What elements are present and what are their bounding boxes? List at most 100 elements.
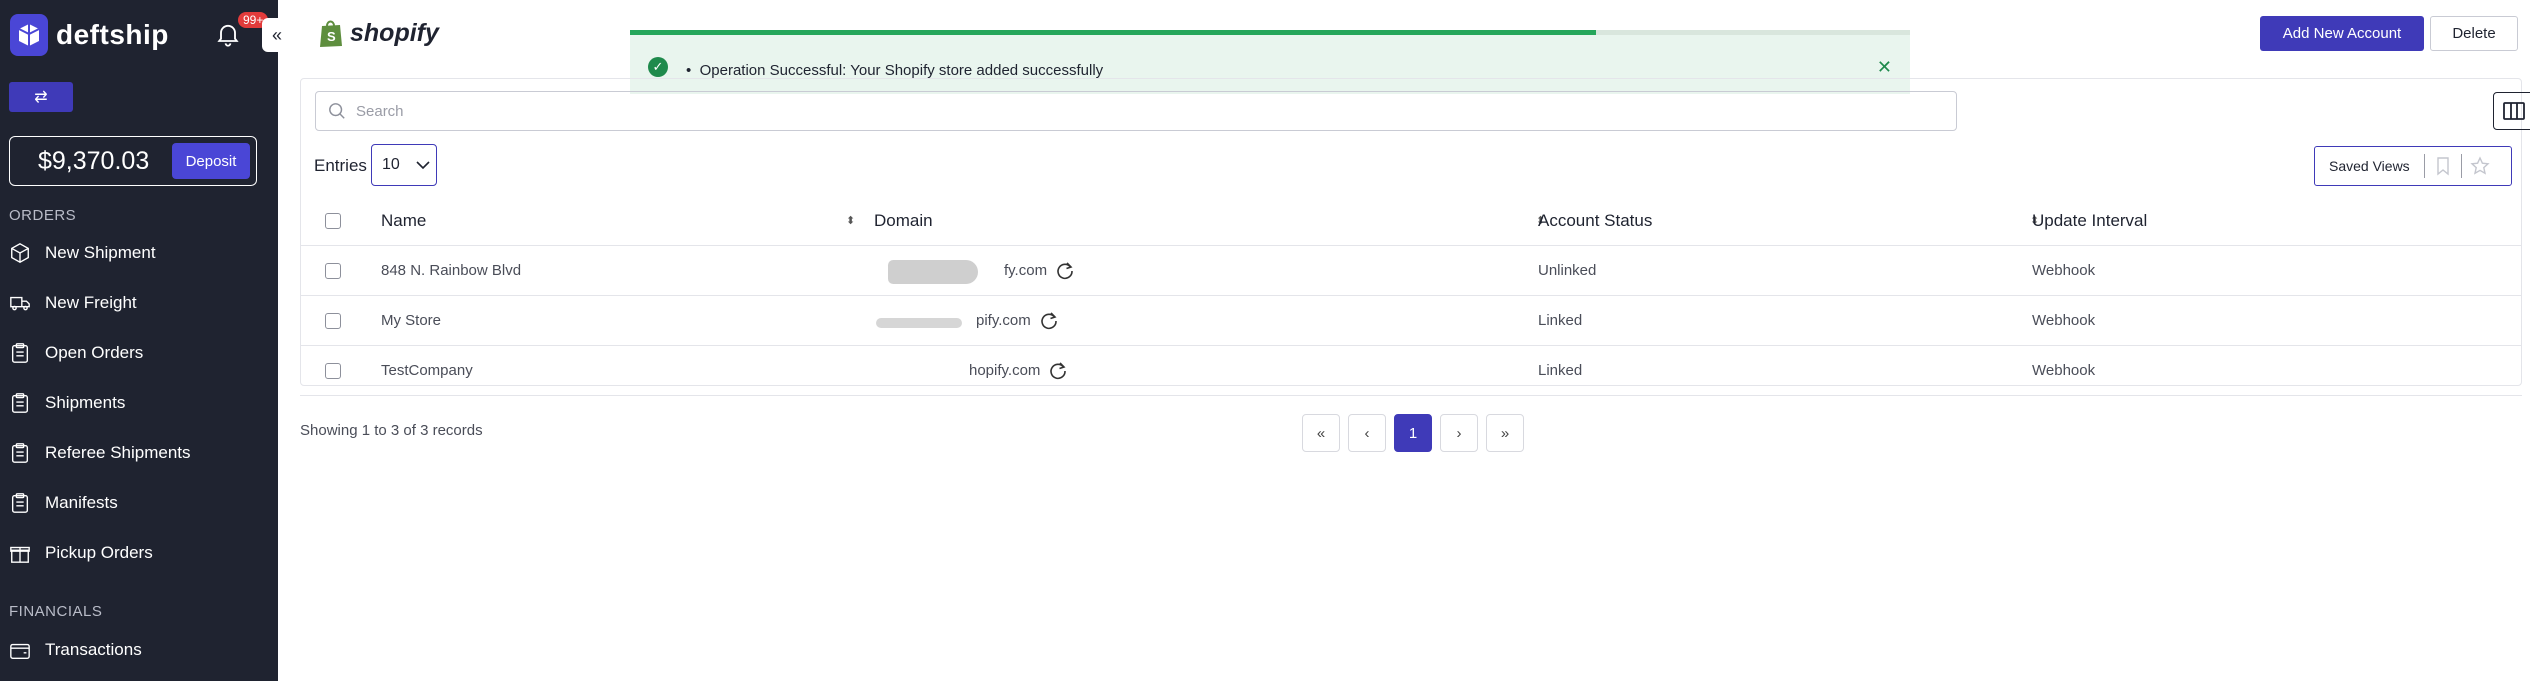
- switch-account-button[interactable]: ⇄: [9, 82, 73, 112]
- select-all-checkbox[interactable]: [325, 212, 341, 229]
- entries-select[interactable]: 10: [371, 144, 437, 186]
- table-row[interactable]: 848 N. Rainbow Blvd fy.com Unlinked Webh…: [300, 246, 2522, 296]
- deposit-button[interactable]: Deposit: [172, 143, 250, 179]
- toast-message: • Operation Successful: Your Shopify sto…: [686, 62, 1104, 79]
- nav-label: Pickup Orders: [45, 543, 153, 562]
- row-checkbox[interactable]: [325, 312, 341, 329]
- brand-logo[interactable]: deftship: [10, 14, 169, 56]
- redacted-area: [876, 318, 962, 328]
- refresh-icon[interactable]: [1039, 311, 1059, 331]
- sidebar: deftship 99+ « ⇄ $9,370.03 Deposit ORDER…: [0, 0, 292, 681]
- main-content: S shopify ✓ • Operation Successful: Your…: [278, 0, 2530, 681]
- previous-page-button[interactable]: ‹: [1348, 414, 1386, 452]
- last-page-button[interactable]: »: [1486, 414, 1524, 452]
- cell-account-status: Linked: [1538, 362, 1583, 379]
- cell-update-interval: Webhook: [2032, 362, 2096, 379]
- nav-referee-shipments[interactable]: Referee Shipments: [9, 442, 191, 464]
- cell-account-status: Linked: [1538, 312, 1583, 329]
- cell-account-status: Unlinked: [1538, 262, 1597, 279]
- column-header-name[interactable]: Name: [381, 196, 426, 245]
- nav-pickup-orders[interactable]: Pickup Orders: [9, 542, 153, 564]
- nav-open-orders[interactable]: Open Orders: [9, 342, 143, 364]
- clipboard-icon: [11, 493, 29, 513]
- pagination: « ‹ 1 › »: [1302, 414, 1524, 452]
- bookmark-icon[interactable]: [2433, 156, 2453, 176]
- nav-label: Referee Shipments: [45, 443, 191, 462]
- first-page-button[interactable]: «: [1302, 414, 1340, 452]
- svg-text:S: S: [327, 29, 336, 44]
- search-input[interactable]: [356, 102, 1856, 120]
- accounts-table: Name ⬍ Domain ⬍ Account Status ⬍ Update …: [300, 196, 2522, 396]
- chevrons-left-icon: «: [1316, 424, 1326, 442]
- nav-shipments[interactable]: Shipments: [9, 392, 125, 414]
- refresh-icon[interactable]: [1048, 361, 1068, 381]
- toast-progress-bar: [630, 30, 1597, 35]
- entries-value: 10: [382, 156, 400, 173]
- notification-bell-icon[interactable]: [214, 20, 242, 48]
- financials-section-label: FINANCIALS: [9, 603, 103, 620]
- nav-label: New Freight: [45, 293, 137, 312]
- table-header-row: Name ⬍ Domain ⬍ Account Status ⬍ Update …: [300, 196, 2522, 246]
- search-icon: [329, 103, 345, 119]
- nav-new-freight[interactable]: New Freight: [9, 292, 137, 314]
- columns-icon: [2503, 102, 2525, 120]
- check-circle-icon: ✓: [648, 57, 668, 77]
- nav-new-shipment[interactable]: New Shipment: [9, 242, 156, 264]
- cell-update-interval: Webhook: [2032, 262, 2096, 279]
- column-settings-button[interactable]: [2493, 92, 2530, 130]
- redacted-area: [888, 260, 978, 284]
- next-page-button[interactable]: ›: [1440, 414, 1478, 452]
- close-icon[interactable]: ✕: [1877, 57, 1892, 78]
- wallet-balance-card: $9,370.03 Deposit: [9, 136, 257, 186]
- cell-name: My Store: [381, 312, 442, 329]
- cell-domain: hopify.com: [874, 346, 1114, 395]
- wallet-balance: $9,370.03: [38, 146, 150, 175]
- cell-domain: fy.com: [874, 246, 1114, 295]
- orders-section-label: ORDERS: [9, 207, 77, 224]
- chevrons-right-icon: »: [1500, 424, 1510, 442]
- truck-icon: [10, 296, 30, 311]
- saved-views-label: Saved Views: [2329, 158, 2410, 174]
- saved-views-control[interactable]: Saved Views: [2314, 146, 2512, 186]
- swap-arrows-icon: ⇄: [34, 89, 48, 106]
- column-header-update-interval[interactable]: Update Interval: [2032, 196, 2147, 245]
- clipboard-icon: [11, 343, 29, 363]
- page-1-button[interactable]: 1: [1394, 414, 1432, 452]
- nav-label: Shipments: [45, 393, 126, 412]
- column-header-domain[interactable]: Domain: [874, 196, 933, 245]
- cell-update-interval: Webhook: [2032, 312, 2096, 329]
- entries-label: Entries: [314, 156, 367, 175]
- divider: [2423, 154, 2425, 178]
- gift-box-icon: [10, 546, 30, 563]
- refresh-icon[interactable]: [1055, 261, 1075, 281]
- add-new-account-button[interactable]: Add New Account: [2260, 16, 2424, 51]
- table-row[interactable]: TestCompany hopify.com Linked Webhook: [300, 346, 2522, 396]
- row-checkbox[interactable]: [325, 362, 341, 379]
- delete-button[interactable]: Delete: [2430, 16, 2518, 51]
- records-summary: Showing 1 to 3 of 3 records: [300, 422, 483, 439]
- nav-label: Manifests: [45, 493, 118, 512]
- column-header-account-status[interactable]: Account Status: [1538, 196, 1652, 245]
- chevron-right-icon: ›: [1456, 424, 1462, 442]
- nav-manifests[interactable]: Manifests: [9, 492, 118, 514]
- box-icon: [11, 243, 29, 263]
- chevron-down-icon: [416, 161, 430, 170]
- row-checkbox[interactable]: [325, 262, 341, 279]
- deftship-logo-icon: [10, 14, 48, 56]
- sort-icon[interactable]: ⬍: [846, 196, 855, 245]
- shopify-logo: S shopify: [318, 18, 439, 48]
- nav-transactions[interactable]: Transactions: [9, 639, 142, 661]
- clipboard-icon: [11, 443, 29, 463]
- brand-name: deftship: [56, 19, 169, 50]
- wallet-icon: [10, 643, 30, 659]
- cell-name: TestCompany: [381, 362, 473, 379]
- star-icon[interactable]: [2470, 156, 2490, 176]
- integration-title: shopify: [350, 18, 439, 47]
- nav-label: New Shipment: [45, 243, 156, 262]
- cell-domain: pify.com: [874, 296, 1114, 345]
- search-field[interactable]: [315, 91, 1957, 131]
- nav-label: Open Orders: [45, 343, 144, 362]
- table-row[interactable]: My Store pify.com Linked Webhook: [300, 296, 2522, 346]
- divider: [2460, 154, 2462, 178]
- clipboard-icon: [11, 393, 29, 413]
